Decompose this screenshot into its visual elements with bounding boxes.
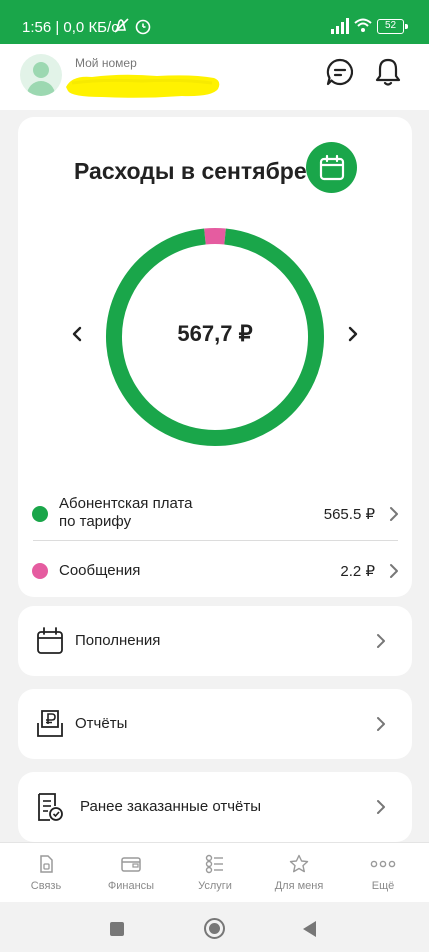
expense-amount: 565.5 ₽ [323,506,375,523]
recents-icon[interactable] [110,922,124,936]
expense-row-messages[interactable]: Сообщения 2.2 ₽ [18,554,412,588]
menu-label: Ранее заказанные отчёты [80,798,262,815]
legend-dot-messages [32,563,48,579]
calendar-icon [319,154,345,181]
next-month-chevron-icon[interactable] [346,325,360,343]
nav-item-for-me[interactable]: Для меня [256,843,342,903]
status-time: 1:56 | 0,0 КБ/с [22,19,119,36]
expense-amount: 2.2 ₽ [340,563,375,580]
system-navigation-bar [0,902,429,952]
nav-label: Ещё [371,880,395,892]
bell-icon[interactable] [374,57,402,87]
expenses-card: Расходы в сентябре 567,7 ₽ Абонентская п… [18,117,412,597]
nav-item-more[interactable]: Ещё [340,843,426,903]
nav-label: Связь [30,880,62,892]
menu-topups[interactable]: Пополнения [18,606,412,676]
redacted-phone-number [66,74,220,98]
calendar-button[interactable] [306,142,357,193]
sim-icon [40,855,53,873]
avatar-icon[interactable] [20,54,62,96]
menu-label: Отчёты [75,715,128,732]
menu-reports[interactable]: Отчёты [18,689,412,759]
services-list-icon [205,854,223,874]
chat-icon[interactable] [325,57,355,87]
home-icon[interactable] [204,918,225,939]
nav-label: Финансы [107,880,155,892]
mute-alarm-icon [114,18,151,35]
status-bar: 1:56 | 0,0 КБ/с 52 [0,0,429,44]
chevron-right-icon [377,800,385,814]
nav-item-connection[interactable]: Связь [3,843,89,903]
wallet-icon [121,857,141,872]
bottom-navigation: Связь Финансы Услуги Для меня Ещё [0,842,429,902]
star-icon [289,854,309,873]
expenses-title: Расходы в сентябре [74,158,307,184]
signal-icon [331,18,349,34]
legend-dot-subscription [32,506,48,522]
my-number-label: Мой номер [75,56,137,70]
menu-label: Пополнения [75,632,161,649]
expense-label: Абонентская плата по тарифу [59,495,193,530]
nav-item-services[interactable]: Услуги [172,843,258,903]
back-icon[interactable] [303,921,316,937]
document-check-icon [38,793,63,821]
donut-segment-messages [204,228,226,245]
calendar-icon [37,627,63,654]
chevron-right-icon [377,634,385,648]
nav-label: Для меня [274,880,324,892]
expenses-total: 567,7 ₽ [177,321,253,346]
chevron-right-icon [390,507,398,521]
nav-item-finance[interactable]: Финансы [88,843,174,903]
expense-row-subscription[interactable]: Абонентская плата по тарифу 565.5 ₽ [18,492,412,536]
chevron-right-icon [390,564,398,578]
chevron-right-icon [377,717,385,731]
more-dots-icon [370,860,396,868]
prev-month-chevron-icon[interactable] [70,325,84,343]
profile-header: Мой номер [0,44,429,110]
divider [33,540,398,541]
nav-label: Услуги [198,880,232,892]
menu-ordered-reports[interactable]: Ранее заказанные отчёты [18,772,412,842]
report-ruble-icon [37,710,63,737]
wifi-icon [354,18,372,32]
expense-label: Сообщения [59,562,141,579]
battery-icon: 52 [377,19,408,34]
